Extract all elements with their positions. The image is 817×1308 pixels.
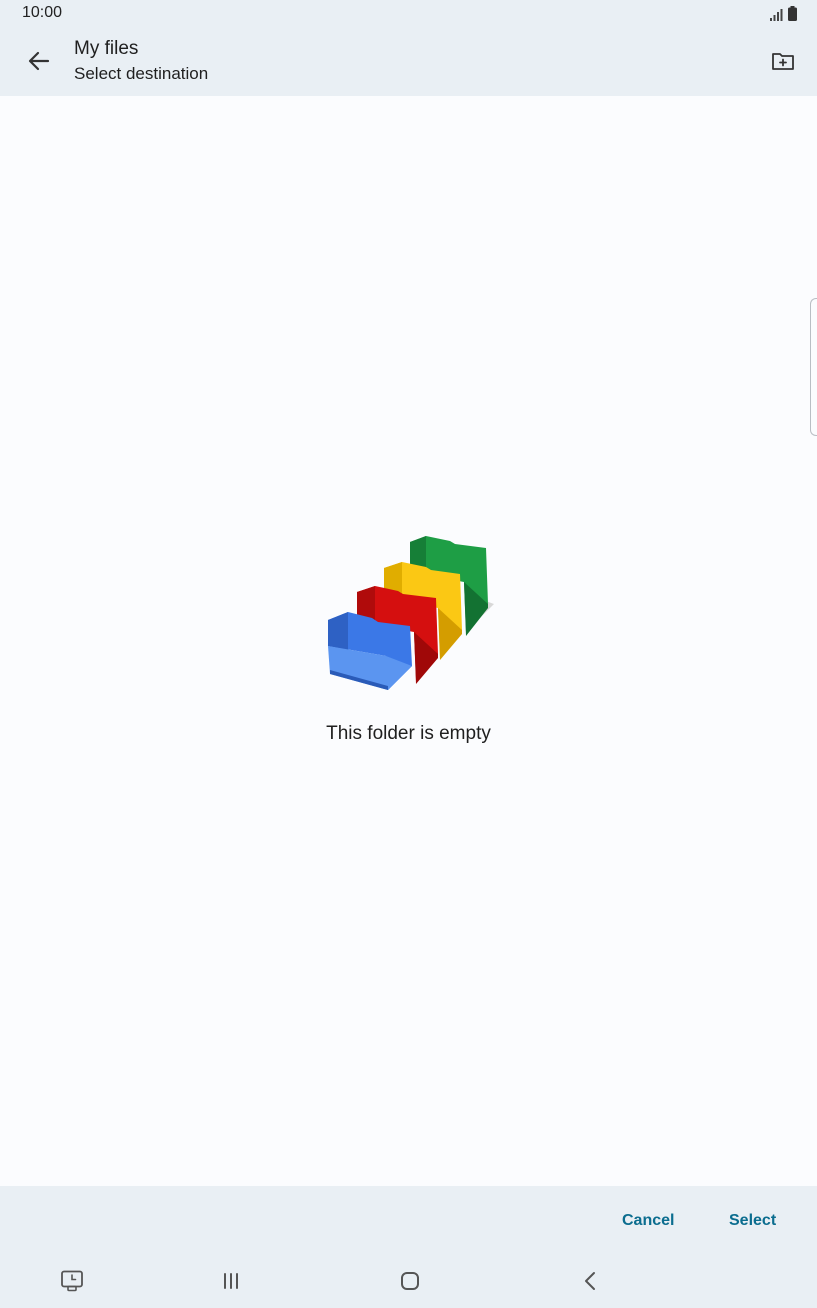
home-button[interactable]	[397, 1268, 423, 1294]
empty-folder-message: This folder is empty	[326, 723, 491, 744]
recent-apps-button[interactable]	[218, 1268, 244, 1294]
status-bar: 10:00	[0, 0, 817, 25]
create-folder-button[interactable]	[765, 43, 801, 79]
page-title: My files	[74, 38, 139, 59]
file-list-area: This folder is empty	[0, 96, 817, 1186]
cancel-button[interactable]: Cancel	[622, 1212, 674, 1230]
screen-recorder-icon	[61, 1270, 83, 1292]
recent-apps-icon	[224, 1273, 238, 1289]
back-button[interactable]	[20, 42, 58, 80]
scroll-handle[interactable]	[810, 298, 817, 436]
status-icons	[770, 5, 797, 21]
screen-recorder-button[interactable]	[59, 1268, 85, 1294]
back-nav-button[interactable]	[577, 1268, 603, 1294]
home-icon	[401, 1272, 419, 1290]
signal-icon	[770, 9, 783, 21]
navigation-bar	[0, 1254, 817, 1308]
create-folder-icon	[772, 53, 794, 70]
status-time: 10:00	[22, 4, 63, 21]
action-bar: Cancel Select	[0, 1186, 817, 1254]
page-subtitle: Select destination	[74, 64, 209, 83]
arrow-back-icon	[28, 51, 50, 71]
app-bar: My files Select destination	[0, 25, 817, 96]
back-icon	[585, 1272, 595, 1290]
empty-folders-illustration	[328, 536, 494, 690]
battery-icon	[788, 6, 797, 21]
select-button[interactable]: Select	[729, 1212, 776, 1230]
